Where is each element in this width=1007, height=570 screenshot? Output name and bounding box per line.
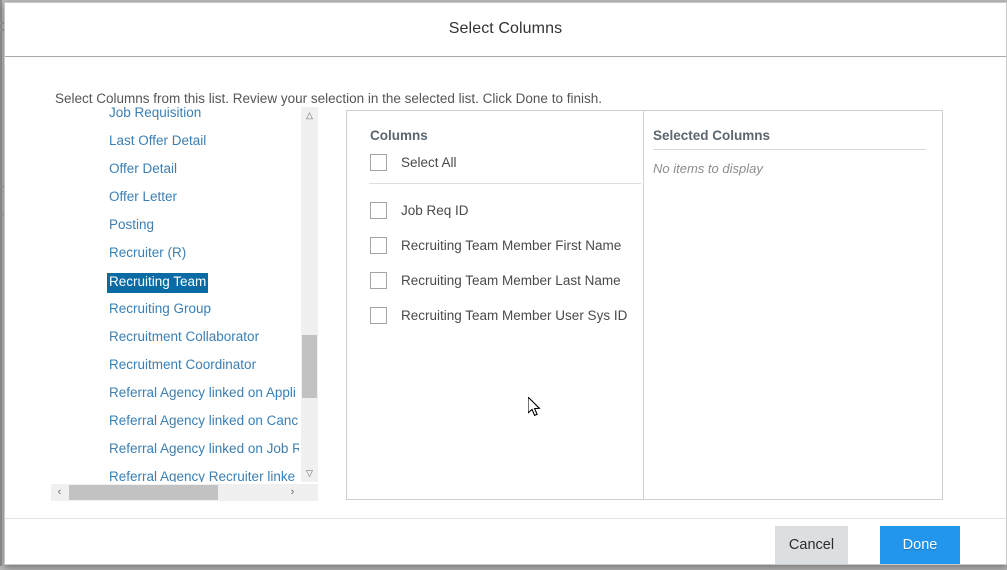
- list-item[interactable]: Recruiter (R): [109, 245, 186, 263]
- list-item[interactable]: Recruiting Team: [107, 273, 209, 293]
- list-item[interactable]: Recruitment Collaborator: [109, 329, 259, 347]
- select-all-checkbox[interactable]: [370, 153, 387, 171]
- dialog-body: Select Columns from this list. Review yo…: [5, 58, 1006, 518]
- horizontal-scrollbar[interactable]: ‹ ›: [51, 484, 318, 501]
- dialog-header: Select Columns: [5, 3, 1006, 57]
- list-item[interactable]: Recruiting Group: [109, 301, 211, 319]
- list-item[interactable]: Posting: [109, 217, 154, 235]
- chevron-right-icon[interactable]: ›: [284, 484, 301, 501]
- column-option-label: Job Req ID: [401, 203, 469, 218]
- column-option-checkbox[interactable]: [370, 202, 387, 219]
- columns-selection-box: Columns Select All Job Req ID Recruiting …: [346, 110, 943, 500]
- list-item[interactable]: Last Offer Detail: [109, 133, 206, 151]
- list-item[interactable]: Referral Agency linked on Canc: [109, 413, 298, 431]
- column-option-row[interactable]: Job Req ID: [370, 193, 627, 228]
- column-option-row[interactable]: Recruiting Team Member Last Name: [370, 263, 627, 298]
- divider: [369, 183, 641, 184]
- select-columns-dialog: Select Columns Select Columns from this …: [4, 2, 1007, 565]
- horizontal-scrollbar-thumb[interactable]: [69, 485, 218, 500]
- columns-heading: Columns: [370, 128, 428, 143]
- list-item[interactable]: Offer Detail: [109, 161, 177, 179]
- source-list-panel: Job Requisition Last Offer Detail Offer De…: [51, 107, 318, 502]
- cancel-button[interactable]: Cancel: [775, 526, 848, 564]
- screen: Select Columns Select Columns from this …: [0, 0, 1007, 570]
- select-all-label: Select All: [401, 154, 457, 170]
- chevron-down-icon[interactable]: ▽: [301, 465, 318, 482]
- background-page-edge: [0, 0, 2, 566]
- column-option-row[interactable]: Recruiting Team Member User Sys ID: [370, 298, 627, 333]
- list-item[interactable]: Offer Letter: [109, 189, 177, 207]
- column-options-list: Job Req ID Recruiting Team Member First N…: [370, 193, 627, 333]
- list-item[interactable]: Referral Agency linked on Appli: [109, 385, 296, 403]
- column-option-row[interactable]: Recruiting Team Member First Name: [370, 228, 627, 263]
- column-option-label: Recruiting Team Member Last Name: [401, 273, 621, 288]
- vertical-scrollbar[interactable]: △ ▽: [301, 107, 318, 482]
- selected-columns-empty-text: No items to display: [653, 161, 763, 176]
- column-option-checkbox[interactable]: [370, 237, 387, 254]
- select-all-row[interactable]: Select All: [370, 151, 457, 175]
- column-option-label: Recruiting Team Member First Name: [401, 238, 622, 253]
- list-item[interactable]: Recruitment Coordinator: [109, 357, 256, 375]
- dialog-footer: Cancel Done: [5, 518, 1006, 564]
- column-option-checkbox[interactable]: [370, 307, 387, 324]
- selected-columns-heading: Selected Columns: [653, 128, 771, 143]
- panel-divider: [643, 111, 644, 499]
- divider: [653, 149, 926, 150]
- instruction-text: Select Columns from this list. Review yo…: [55, 91, 602, 106]
- column-option-label: Recruiting Team Member User Sys ID: [401, 308, 628, 323]
- vertical-scrollbar-thumb[interactable]: [302, 335, 317, 398]
- list-item[interactable]: Job Requisition: [109, 107, 201, 123]
- list-item[interactable]: Referral Agency Recruiter linke: [109, 469, 295, 482]
- list-item[interactable]: Referral Agency linked on Job R: [109, 441, 299, 459]
- chevron-left-icon[interactable]: ‹: [51, 484, 68, 501]
- dialog-title: Select Columns: [448, 20, 563, 37]
- done-button[interactable]: Done: [880, 526, 960, 564]
- chevron-up-icon[interactable]: △: [301, 107, 318, 124]
- column-option-checkbox[interactable]: [370, 272, 387, 289]
- source-list-viewport[interactable]: Job Requisition Last Offer Detail Offer De…: [51, 107, 299, 482]
